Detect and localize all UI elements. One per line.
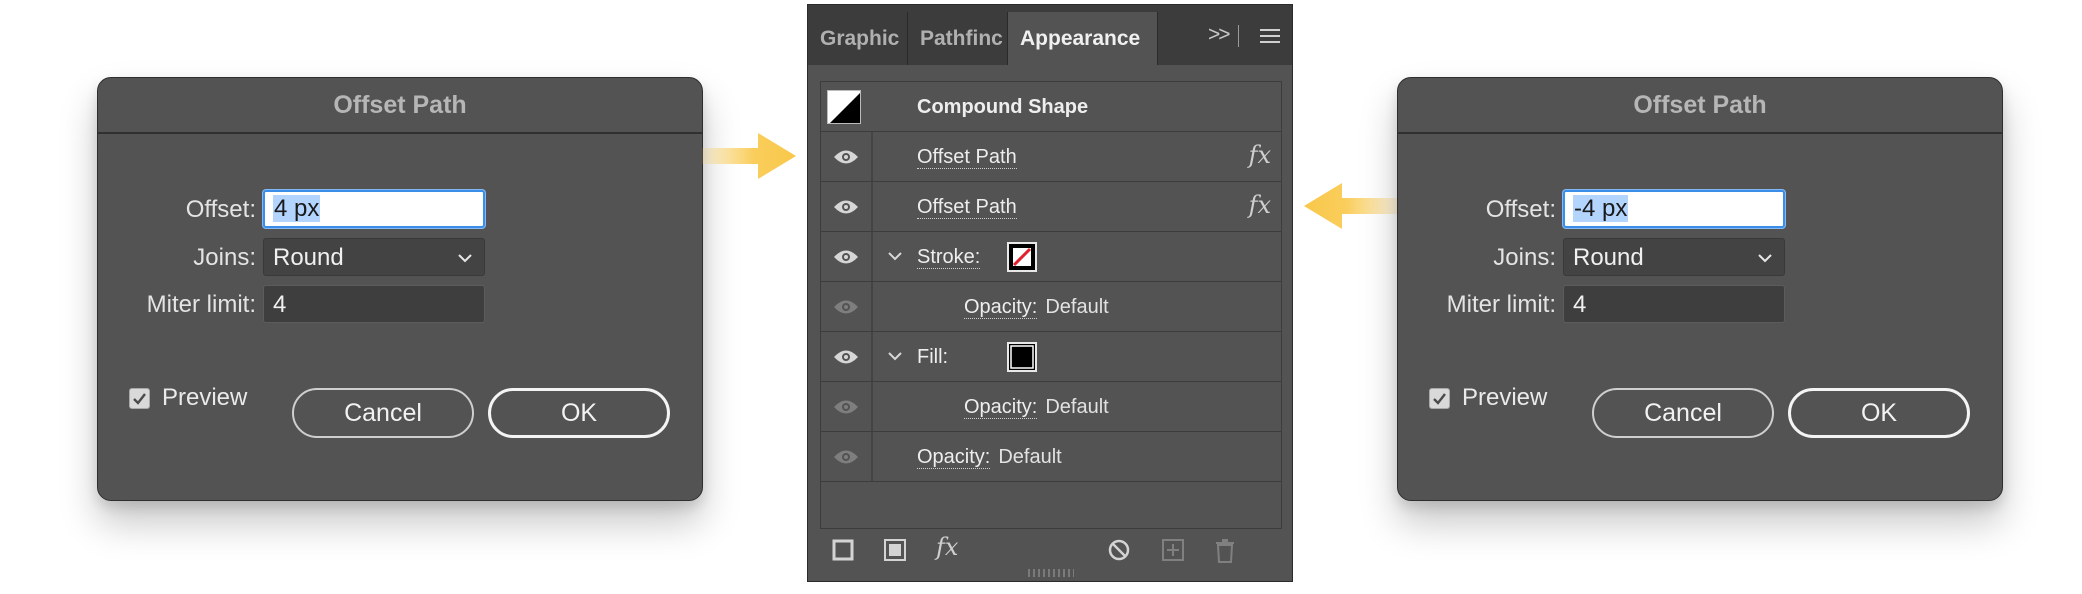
- visibility-eye-icon[interactable]: [833, 198, 859, 216]
- panel-tab-bar: Graphic Pathfinc Appearance >>: [808, 5, 1292, 65]
- fill-row[interactable]: Fill:: [821, 332, 1281, 382]
- visibility-eye-icon[interactable]: [833, 298, 859, 316]
- object-row[interactable]: Compound Shape: [821, 82, 1281, 132]
- stroke-color-icon: [1009, 244, 1035, 270]
- miter-limit-label: Miter limit:: [1446, 291, 1556, 318]
- miter-limit-input[interactable]: 4: [263, 285, 485, 323]
- visibility-eye-icon[interactable]: [833, 348, 859, 366]
- tab-appearance[interactable]: Appearance: [1008, 12, 1158, 65]
- tab-graphic[interactable]: Graphic: [808, 12, 908, 65]
- add-effect-icon[interactable]: fx: [936, 533, 958, 561]
- stroke-opacity-row[interactable]: Opacity: Default: [821, 282, 1281, 332]
- visibility-eye-icon[interactable]: [833, 448, 859, 466]
- tab-overflow-icon[interactable]: >>: [1208, 23, 1230, 47]
- joins-row: Joins: Round: [1398, 238, 2002, 278]
- arrow-right-icon: [702, 133, 796, 179]
- clear-appearance-icon[interactable]: [1108, 539, 1130, 561]
- checkmark-icon: [133, 392, 146, 405]
- ok-button[interactable]: OK: [1788, 388, 1970, 438]
- offset-row: Offset: 4 px: [98, 190, 702, 230]
- tab-pathfinder[interactable]: Pathfinc: [908, 12, 1008, 65]
- fill-label[interactable]: Fill:: [917, 332, 948, 382]
- offset-path-dialog-right: Offset Path Offset: -4 px Joins: Round M…: [1397, 77, 2003, 501]
- fx-icon[interactable]: fx: [1249, 191, 1271, 219]
- appearance-list: Compound Shape Offset Path fx Offset Pat…: [820, 81, 1282, 529]
- offset-value: 4 px: [273, 195, 321, 222]
- miter-limit-value: 4: [273, 291, 287, 318]
- preview-label: Preview: [162, 384, 248, 411]
- miter-limit-input[interactable]: 4: [1563, 285, 1785, 323]
- miter-row: Miter limit: 4: [98, 285, 702, 325]
- effect-row[interactable]: Offset Path fx: [821, 132, 1281, 182]
- preview-checkbox[interactable]: [129, 387, 150, 409]
- effect-row[interactable]: Offset Path fx: [821, 182, 1281, 232]
- chevron-down-icon[interactable]: [887, 248, 903, 264]
- appearance-panel: Graphic Pathfinc Appearance >> Compound …: [807, 4, 1293, 582]
- object-thumbnail: [827, 90, 861, 124]
- joins-row: Joins: Round: [98, 238, 702, 278]
- effect-label[interactable]: Offset Path: [917, 182, 1017, 232]
- chevron-down-icon[interactable]: [887, 348, 903, 364]
- preview-label: Preview: [1462, 384, 1548, 411]
- joins-value: Round: [1573, 244, 1644, 271]
- delete-item-icon[interactable]: [1214, 539, 1236, 563]
- add-stroke-icon[interactable]: [832, 539, 854, 561]
- fx-icon[interactable]: fx: [1249, 141, 1271, 169]
- tab-divider: [1238, 25, 1239, 47]
- miter-limit-label: Miter limit:: [146, 291, 256, 318]
- preview-toggle[interactable]: Preview: [1429, 378, 1547, 418]
- visibility-eye-icon[interactable]: [833, 148, 859, 166]
- fill-opacity-row[interactable]: Opacity: Default: [821, 382, 1281, 432]
- chevron-down-icon: [1758, 254, 1772, 263]
- panel-menu-icon[interactable]: [1260, 29, 1280, 43]
- visibility-eye-icon[interactable]: [833, 398, 859, 416]
- resize-grip[interactable]: [1028, 569, 1074, 577]
- offset-input[interactable]: 4 px: [263, 190, 485, 228]
- fill-swatch[interactable]: [1007, 342, 1037, 372]
- object-name: Compound Shape: [917, 96, 1089, 118]
- arrow-left-icon: [1304, 183, 1398, 229]
- offset-path-dialog-left: Offset Path Offset: 4 px Joins: Round Mi…: [97, 77, 703, 501]
- miter-row: Miter limit: 4: [1398, 285, 2002, 325]
- cancel-button[interactable]: Cancel: [292, 388, 474, 438]
- preview-toggle[interactable]: Preview: [129, 378, 247, 418]
- duplicate-item-icon[interactable]: [1162, 539, 1184, 561]
- offset-input[interactable]: -4 px: [1563, 190, 1785, 228]
- visibility-eye-icon[interactable]: [833, 248, 859, 266]
- dialog-title: Offset Path: [98, 78, 702, 134]
- opacity-label[interactable]: Opacity: Default: [917, 432, 1062, 482]
- object-opacity-row[interactable]: Opacity: Default: [821, 432, 1281, 482]
- dialog-title: Offset Path: [1398, 78, 2002, 134]
- preview-checkbox[interactable]: [1429, 387, 1450, 409]
- offset-row: Offset: -4 px: [1398, 190, 2002, 230]
- joins-label: Joins:: [1493, 244, 1556, 271]
- stroke-swatch[interactable]: [1007, 242, 1037, 272]
- offset-label: Offset:: [185, 196, 256, 223]
- compound-shape-icon: [830, 93, 860, 123]
- offset-label: Offset:: [1485, 196, 1556, 223]
- opacity-label[interactable]: Opacity: Default: [964, 282, 1109, 332]
- joins-select[interactable]: Round: [1563, 238, 1785, 276]
- joins-label: Joins:: [193, 244, 256, 271]
- fill-color-icon: [1009, 344, 1035, 370]
- joins-select[interactable]: Round: [263, 238, 485, 276]
- chevron-down-icon: [458, 254, 472, 263]
- add-fill-icon[interactable]: [884, 539, 906, 561]
- offset-value: -4 px: [1573, 195, 1629, 222]
- miter-limit-value: 4: [1573, 291, 1587, 318]
- cancel-button[interactable]: Cancel: [1592, 388, 1774, 438]
- joins-value: Round: [273, 244, 344, 271]
- stroke-label[interactable]: Stroke:: [917, 232, 981, 282]
- effect-label[interactable]: Offset Path: [917, 132, 1017, 182]
- opacity-label[interactable]: Opacity: Default: [964, 382, 1109, 432]
- checkmark-icon: [1433, 392, 1446, 405]
- ok-button[interactable]: OK: [488, 388, 670, 438]
- stroke-row[interactable]: Stroke:: [821, 232, 1281, 282]
